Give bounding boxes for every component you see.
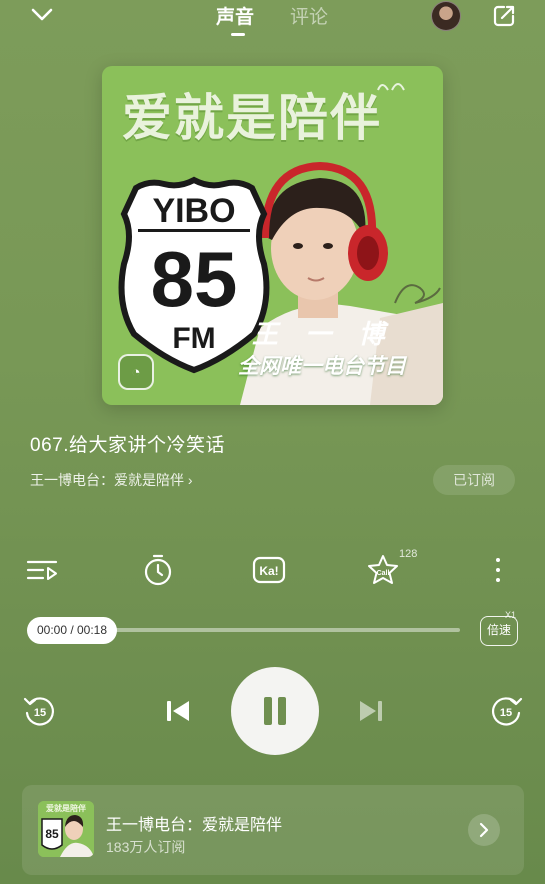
active-tab-indicator	[231, 33, 245, 36]
pause-button[interactable]	[231, 667, 319, 755]
rewind-label: 15	[34, 707, 46, 719]
shield-top-text: YIBO	[152, 192, 235, 230]
progress-time-handle[interactable]: 00:00 / 00:18	[27, 617, 117, 644]
playlist-icon[interactable]	[25, 553, 59, 587]
subscribed-button[interactable]: 已订阅	[433, 465, 515, 495]
yibo-85-fm-shield: YIBO 85 FM	[118, 176, 270, 374]
more-icon[interactable]	[486, 553, 520, 587]
cover-subtitle: 全网唯一电台节目	[238, 355, 406, 378]
thumb-number: 85	[45, 827, 59, 841]
cover-host-name: 王 一 博	[252, 319, 395, 349]
album-thumbnail-art: 爱就是陪伴 85	[38, 801, 94, 857]
broadcast-icon	[377, 83, 405, 91]
next-track-icon[interactable]	[355, 694, 387, 728]
svg-text:Ka!: Ka!	[259, 564, 278, 578]
karaoke-icon[interactable]: Ka!	[252, 553, 286, 587]
svg-text:Call: Call	[377, 570, 390, 577]
avatar[interactable]	[431, 1, 461, 31]
call-count: 128	[399, 548, 418, 560]
album-cover[interactable]: 爱就是陪伴 YIBO 85 FM 王 一 博 全网唯一电台节目 ◔	[102, 66, 443, 405]
thumb-title: 爱就是陪伴	[46, 803, 86, 813]
rewind-15-icon[interactable]: 15	[22, 693, 58, 729]
call-star-icon[interactable]: Call	[366, 553, 400, 587]
timer-icon[interactable]	[141, 553, 175, 587]
shield-number: 85	[151, 235, 238, 323]
forward-label: 15	[500, 707, 512, 719]
playback-speed-button[interactable]: 倍速	[480, 616, 518, 646]
album-card-title: 王一博电台：爱就是陪伴	[106, 817, 283, 834]
album-card[interactable]: 爱就是陪伴 85 王一博电台：爱就是陪伴 183万人订阅	[22, 785, 524, 875]
forward-15-icon[interactable]: 15	[488, 693, 524, 729]
cover-badge-icon: ◔	[118, 354, 154, 390]
tab-voice[interactable]: 声音	[216, 2, 254, 29]
album-card-subscribers: 183万人订阅	[106, 839, 186, 855]
shield-bottom-text: FM	[172, 322, 215, 355]
album-thumbnail: 爱就是陪伴 85	[38, 801, 94, 857]
chevron-right-icon	[479, 822, 489, 838]
chevron-down-icon[interactable]	[30, 4, 54, 26]
album-link[interactable]: 王一博电台：爱就是陪伴 ›	[30, 470, 193, 490]
pause-icon	[264, 697, 286, 725]
album-card-arrow-button[interactable]	[468, 814, 500, 846]
track-title: 067.给大家讲个冷笑话	[30, 435, 225, 456]
previous-track-icon[interactable]	[162, 694, 194, 728]
tab-comments[interactable]: 评论	[290, 2, 328, 29]
share-edit-icon[interactable]	[491, 3, 517, 29]
